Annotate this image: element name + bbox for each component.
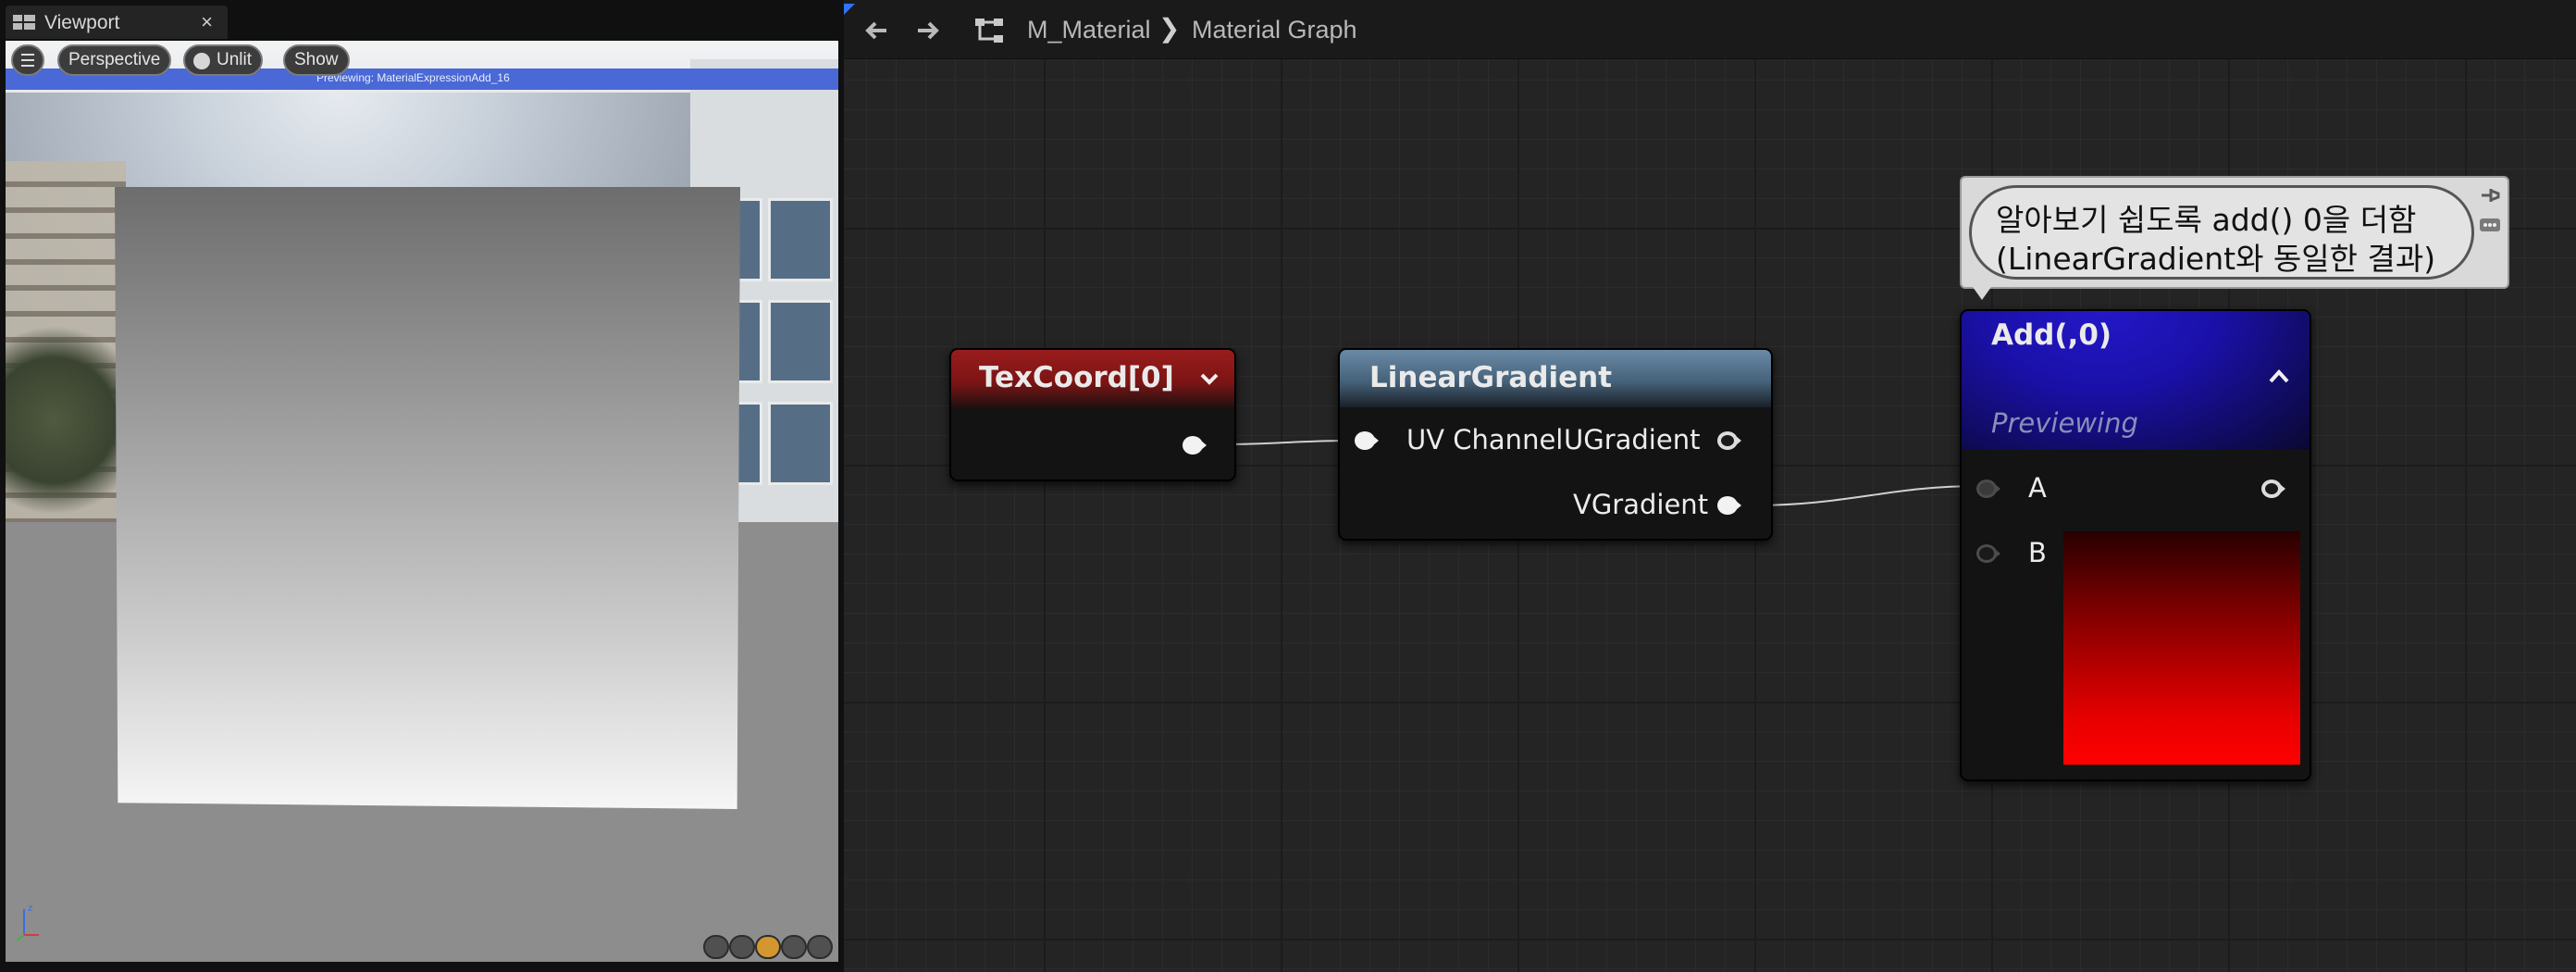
- comment-tail: [1973, 287, 1991, 300]
- output-pin-ugradient[interactable]: [1717, 430, 1743, 452]
- more-options-icon[interactable]: [2478, 217, 2502, 233]
- lit-icon[interactable]: [755, 935, 781, 959]
- node-title: LinearGradient: [1369, 361, 1613, 394]
- viewport-icon: [13, 15, 35, 30]
- hamburger-menu-icon: [21, 54, 34, 67]
- node-texcoord[interactable]: TexCoord[0]: [949, 348, 1236, 481]
- chevron-up-icon[interactable]: [2267, 367, 2291, 385]
- chevron-down-icon[interactable]: [1199, 368, 1220, 389]
- building-window: [768, 300, 833, 383]
- svg-text:z: z: [28, 903, 32, 914]
- comment-line-1: 알아보기 쉽도록 add() 0을 더함: [1996, 202, 2417, 238]
- pin-label-ugradient: UGradient: [1564, 424, 1701, 455]
- building-window: [768, 402, 833, 485]
- breadcrumb-material[interactable]: M_Material: [1027, 16, 1151, 44]
- comment-line-2: (LinearGradient와 동일한 결과): [1996, 241, 2436, 277]
- graph-hierarchy-icon[interactable]: [973, 17, 1005, 44]
- close-icon[interactable]: ×: [201, 10, 213, 34]
- breadcrumb-material-graph[interactable]: Material Graph: [1192, 16, 1357, 44]
- perspective-button[interactable]: Perspective: [57, 44, 172, 76]
- graph-toolbar: M_Material ❯ Material Graph: [844, 0, 2576, 59]
- node-add[interactable]: Add(,0) Previewing A B: [1960, 309, 2311, 781]
- node-preview-swatch: [2063, 531, 2300, 765]
- input-pin-b[interactable]: [1976, 542, 2002, 565]
- pin-label-b: B: [2028, 537, 2047, 568]
- material-preview-plane: [115, 187, 740, 809]
- viewport-panel: Viewport × Previewing: MaterialExpressio…: [0, 0, 844, 972]
- pin-label-a: A: [2028, 472, 2047, 504]
- node-title: Add(,0): [1991, 318, 2112, 352]
- unlit-icon[interactable]: [807, 935, 833, 959]
- preview-banner-text: Previewing: MaterialExpressionAdd_16: [316, 71, 510, 84]
- building-window: [768, 198, 833, 281]
- pin-label-uv-channel: UV Channel: [1406, 424, 1564, 455]
- unlit-label: Unlit: [217, 50, 253, 69]
- input-pin-a[interactable]: [1976, 478, 2002, 500]
- wireframe-icon[interactable]: [703, 935, 729, 959]
- cube-icon[interactable]: [781, 935, 807, 959]
- tab-viewport-label: Viewport: [44, 12, 120, 33]
- sphere-icon[interactable]: [729, 935, 755, 959]
- show-button[interactable]: Show: [283, 44, 350, 76]
- output-pin[interactable]: [1183, 434, 1208, 456]
- pin-label-vgradient: VGradient: [1573, 489, 1709, 520]
- chevron-right-icon: ❯: [1158, 14, 1181, 43]
- viewport-scene[interactable]: Previewing: MaterialExpressionAdd_16 Per…: [6, 41, 838, 962]
- tab-viewport[interactable]: Viewport ×: [6, 6, 228, 39]
- comment-bubble[interactable]: 알아보기 쉽도록 add() 0을 더함 (LinearGradient와 동일…: [1960, 176, 2509, 289]
- editor-window: Viewport × Previewing: MaterialExpressio…: [0, 0, 2576, 972]
- node-title: TexCoord[0]: [979, 361, 1174, 394]
- unlit-view-mode-button[interactable]: Unlit: [183, 44, 264, 76]
- axis-gizmo-icon: z: [16, 903, 39, 941]
- output-pin-vgradient[interactable]: [1717, 494, 1743, 517]
- trees: [6, 318, 126, 522]
- comment-text-frame: 알아보기 쉽도록 add() 0을 더함 (LinearGradient와 동일…: [1969, 185, 2474, 280]
- focus-corner-marker: [844, 4, 855, 15]
- output-pin[interactable]: [2261, 478, 2287, 500]
- node-linear-gradient[interactable]: LinearGradient UV Channel UGradient VGra…: [1338, 348, 1773, 541]
- input-pin-uv-channel[interactable]: [1355, 430, 1381, 452]
- viewport-menu-button[interactable]: [11, 44, 44, 76]
- sphere-icon: [193, 53, 210, 69]
- arrow-left-icon[interactable]: [861, 15, 892, 46]
- arrow-right-icon[interactable]: [912, 15, 944, 46]
- pin-icon[interactable]: [2478, 185, 2502, 206]
- previewing-status: Previewing: [1991, 407, 2138, 439]
